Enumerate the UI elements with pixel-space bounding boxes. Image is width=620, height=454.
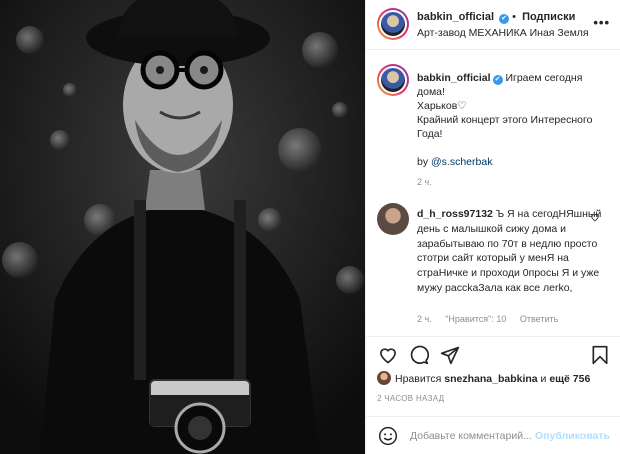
verified-badge-icon: ✔: [499, 14, 510, 24]
caption-avatar[interactable]: [377, 64, 409, 96]
commenter-username[interactable]: d_h_ross97132: [417, 208, 493, 220]
commenter-avatar[interactable]: [377, 203, 409, 235]
caption-timestamp[interactable]: 2 ч.: [417, 177, 432, 187]
post-sidebar: babkin_official ✔ • Подписки Арт-завод М…: [365, 0, 620, 454]
likes-prefix: Нравится: [395, 373, 445, 385]
post-age[interactable]: 2 ЧАСОВ НАЗАД: [377, 394, 444, 403]
emoji-icon[interactable]: [378, 426, 398, 446]
caption-text: babkin_official ✔ Играем сегодня дома! Ха…: [417, 71, 607, 169]
likes-summary: Нравится snezhana_babkina и ещё 756: [377, 371, 590, 385]
reply-button[interactable]: Ответить: [520, 314, 558, 324]
caption-line-4: Крайний концерт этого Интересного: [417, 114, 593, 126]
add-comment-bar: Добавьте комментарий... Опубликовать: [366, 416, 620, 454]
location-link[interactable]: Арт-завод МЕХАНИКА Иная Земля: [417, 27, 589, 39]
share-icon[interactable]: [440, 345, 460, 365]
bookmark-icon[interactable]: [591, 345, 609, 365]
caption-line-2: дома!: [417, 86, 445, 98]
comment-input[interactable]: Добавьте комментарий...: [410, 430, 532, 442]
likes-more-link[interactable]: ещё 756: [549, 373, 590, 385]
mention-link[interactable]: @s.scherbak: [431, 156, 492, 168]
liker-username[interactable]: snezhana_babkina: [444, 373, 537, 385]
portrait-photo-graphic: [0, 0, 365, 454]
comment-like-heart-icon[interactable]: [590, 212, 600, 222]
post-header: babkin_official ✔ • Подписки Арт-завод М…: [366, 0, 620, 50]
caption-username[interactable]: babkin_official: [417, 72, 491, 84]
verified-badge-icon: ✔: [492, 75, 503, 85]
comment-body: Ъ Я на сегодНЯшный день с малышкой сижу …: [417, 208, 602, 294]
action-bar: [366, 336, 620, 374]
username-link[interactable]: babkin_official: [417, 11, 494, 23]
caption-line-3: Харьков♡: [417, 100, 467, 112]
caption-line-1: Играем сегодня: [505, 72, 583, 84]
caption-line-5: Года!: [417, 128, 443, 140]
comment-likes[interactable]: "Нравится": 10: [445, 314, 506, 324]
liker-avatar[interactable]: [377, 371, 391, 385]
following-button[interactable]: Подписки: [522, 11, 575, 23]
more-options-icon[interactable]: •••: [593, 15, 610, 30]
comment-icon[interactable]: [409, 345, 429, 365]
comment-meta: 2 ч. "Нравится": 10 Ответить: [417, 314, 569, 324]
heart-icon[interactable]: [378, 345, 398, 365]
avatar[interactable]: [377, 8, 409, 40]
comment-text: d_h_ross97132 Ъ Я на сегодНЯшный день с …: [417, 207, 605, 296]
header-line: babkin_official ✔ • Подписки: [417, 11, 575, 24]
caption-by: by: [417, 156, 432, 168]
separator-dot: •: [512, 11, 517, 23]
post-photo[interactable]: [0, 0, 365, 454]
comment-time[interactable]: 2 ч.: [417, 314, 432, 324]
likes-and: и: [537, 373, 550, 385]
publish-button[interactable]: Опубликовать: [535, 430, 610, 442]
